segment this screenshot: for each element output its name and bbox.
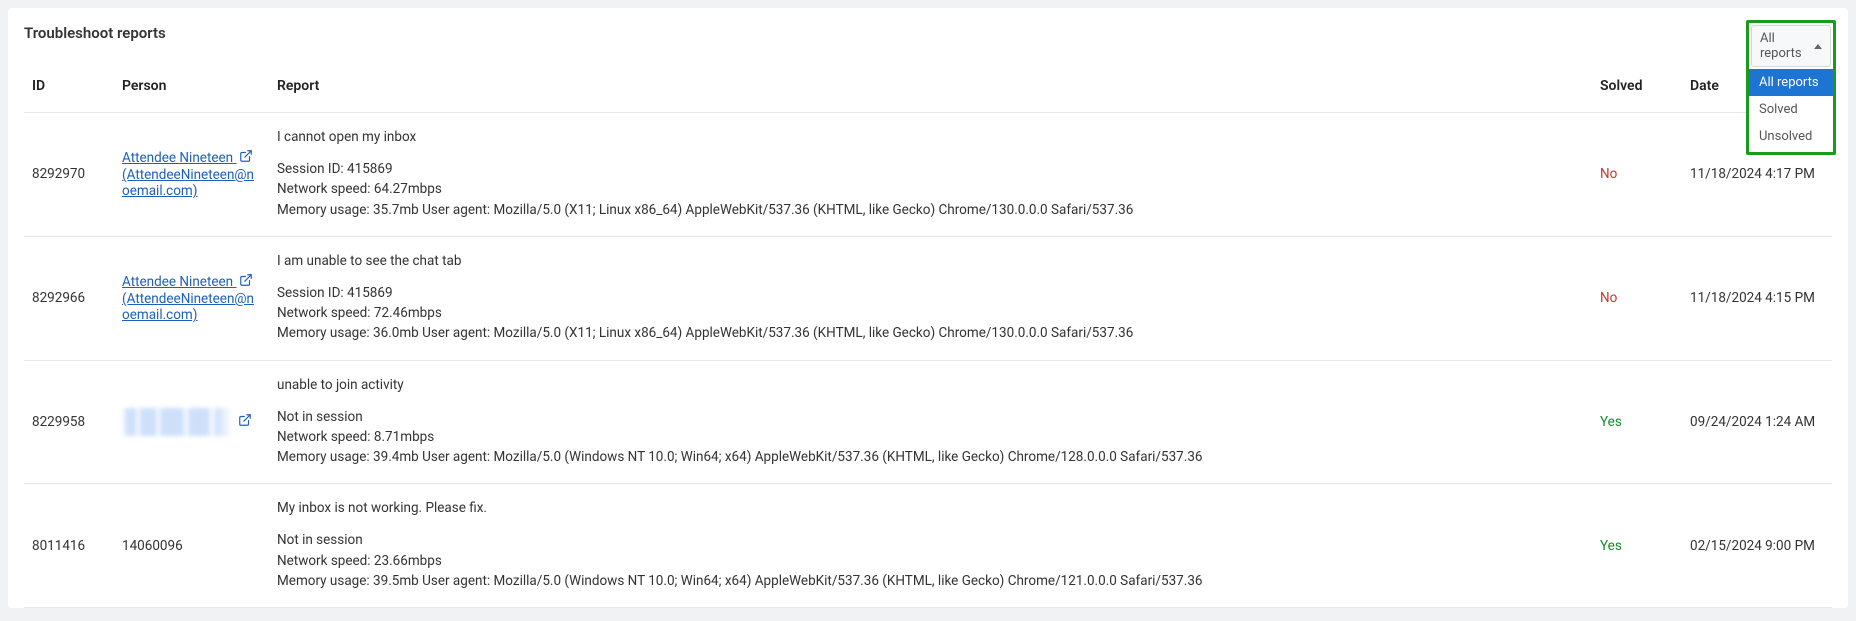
person-text: 14060096 [122,538,183,554]
col-person[interactable]: Person [114,66,269,113]
table-row: 8011416 14060096 My inbox is not working. … [24,484,1832,608]
cell-date: 02/15/2024 9:00 PM [1682,484,1832,608]
cell-date: 09/24/2024 1:24 AM [1682,360,1832,484]
filter-option-unsolved[interactable]: Unsolved [1749,123,1833,150]
cell-id: 8292970 [24,113,114,237]
reports-panel: Troubleshoot reports All reports All rep… [8,8,1848,608]
external-link-icon [239,273,253,291]
report-meta: Session ID: 415869Network speed: 72.46mb… [277,283,1584,344]
redacted-person [122,408,232,436]
cell-solved: No [1592,113,1682,237]
reports-table: ID Person Report Solved Date 8292970Atte… [24,66,1832,608]
person-link[interactable]: Attendee Nineteen (AttendeeNineteen@noem… [122,150,254,199]
table-row: 8229958 unable to join activity Not in ses… [24,360,1832,484]
cell-person: Attendee Nineteen (AttendeeNineteen@noem… [114,236,269,360]
external-link-icon [239,149,253,167]
cell-person: 14060096 [114,484,269,608]
col-id[interactable]: ID [24,66,114,113]
cell-id: 8229958 [24,360,114,484]
cell-person: Attendee Nineteen (AttendeeNineteen@noem… [114,113,269,237]
external-link-icon [238,413,252,431]
report-title: I cannot open my inbox [277,129,1584,145]
cell-id: 8292966 [24,236,114,360]
col-report[interactable]: Report [269,66,1592,113]
cell-report: unable to join activity Not in sessionNet… [269,360,1592,484]
report-title: My inbox is not working. Please fix. [277,500,1584,516]
report-title: unable to join activity [277,377,1584,393]
filter-selected-label: All reports [1760,31,1814,61]
cell-solved: Yes [1592,484,1682,608]
table-row: 8292970Attendee Nineteen (AttendeeNinete… [24,113,1832,237]
filter-options-list: All reports Solved Unsolved [1749,69,1833,152]
col-solved[interactable]: Solved [1592,66,1682,113]
cell-solved: Yes [1592,360,1682,484]
filter-option-solved[interactable]: Solved [1749,96,1833,123]
page-title: Troubleshoot reports [24,24,1832,42]
cell-report: I am unable to see the chat tab Session I… [269,236,1592,360]
cell-report: I cannot open my inbox Session ID: 415869… [269,113,1592,237]
filter-select[interactable]: All reports [1751,25,1831,67]
caret-up-icon [1814,44,1822,49]
report-meta: Not in sessionNetwork speed: 23.66mbpsMe… [277,530,1584,591]
person-link[interactable]: Attendee Nineteen (AttendeeNineteen@noem… [122,274,254,323]
table-header-row: ID Person Report Solved Date [24,66,1832,113]
cell-report: My inbox is not working. Please fix. Not … [269,484,1592,608]
filter-dropdown[interactable]: All reports All reports Solved Unsolved [1746,20,1836,155]
cell-solved: No [1592,236,1682,360]
report-meta: Not in sessionNetwork speed: 8.71mbpsMem… [277,407,1584,468]
cell-person [114,360,269,484]
filter-option-all[interactable]: All reports [1749,69,1833,96]
table-row: 8292966Attendee Nineteen (AttendeeNinete… [24,236,1832,360]
report-meta: Session ID: 415869Network speed: 64.27mb… [277,159,1584,220]
report-title: I am unable to see the chat tab [277,253,1584,269]
cell-id: 8011416 [24,484,114,608]
cell-date: 11/18/2024 4:15 PM [1682,236,1832,360]
